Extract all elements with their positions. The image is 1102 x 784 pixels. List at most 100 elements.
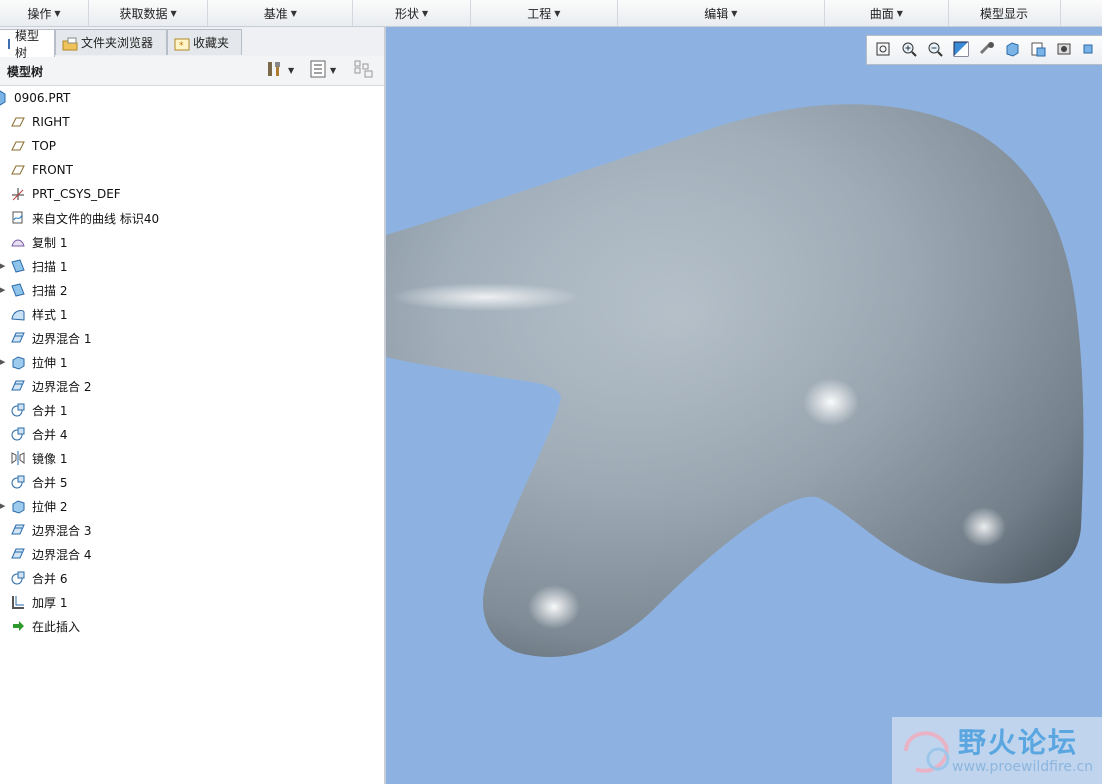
view-toolbar: [866, 35, 1102, 65]
tree-item[interactable]: 镜像 1: [0, 446, 380, 470]
saved-views-button[interactable]: [1028, 40, 1048, 60]
spin-center-button[interactable]: [977, 40, 997, 60]
menu-datum[interactable]: 基准 ▼: [208, 0, 354, 26]
sweep-icon: [10, 282, 26, 298]
sweep-icon: [10, 258, 26, 274]
tree-item[interactable]: 合并 1: [0, 398, 380, 422]
tree-item[interactable]: 边界混合 4: [0, 542, 380, 566]
favorites-icon: *: [174, 37, 190, 51]
tree-item[interactable]: 复制 1: [0, 230, 380, 254]
tree-settings-button[interactable]: ▼: [266, 61, 294, 79]
tree-item-label: 拉伸 2: [32, 499, 68, 514]
tree-item[interactable]: 合并 4: [0, 422, 380, 446]
tree-item-label: 在此插入: [32, 619, 81, 634]
watermark-logo-icon: [904, 731, 950, 773]
navigator-tabs: 模型树 文件夹浏览器 * 收藏夹: [0, 27, 384, 60]
chevron-down-icon: ▼: [330, 65, 337, 75]
model-tree-icon: [7, 38, 11, 50]
boundary-blend-icon: [10, 330, 26, 346]
tree-item-label: 复制 1: [32, 235, 68, 250]
merge-icon: [10, 474, 26, 490]
graphics-window[interactable]: 野火论坛 www.proewildfire.cn: [386, 27, 1102, 784]
saved-views-icon: [1030, 41, 1046, 60]
tree-item-label: 合并 1: [32, 403, 68, 418]
tree-item[interactable]: ▶ 拉伸 2: [0, 494, 380, 518]
boundary-blend-icon: [10, 522, 26, 538]
tree-filter-button[interactable]: [354, 60, 374, 81]
tree-item[interactable]: 在此插入: [0, 614, 380, 638]
tree-item[interactable]: 合并 6: [0, 566, 380, 590]
display-style-icon: [1004, 41, 1020, 60]
expand-arrow-icon[interactable]: ▶: [0, 286, 8, 294]
perspective-button[interactable]: [1080, 40, 1100, 60]
display-style-button[interactable]: [1002, 40, 1022, 60]
menu-engineering[interactable]: 工程 ▼: [471, 0, 618, 26]
tree-header: 模型树 ▼ ▼: [0, 56, 384, 86]
tree-item[interactable]: PRT_CSYS_DEF: [0, 182, 380, 206]
view-manager-button[interactable]: [1054, 40, 1074, 60]
perspective-icon: [1082, 41, 1098, 60]
tab-folder-browser[interactable]: 文件夹浏览器: [55, 29, 167, 55]
tree-item-label: TOP: [32, 139, 57, 153]
view-manager-icon: [1056, 41, 1072, 60]
tree-item-label: 0906.PRT: [14, 91, 71, 105]
tree-item-label: 拉伸 1: [32, 355, 68, 370]
tree-item[interactable]: ▶ 扫描 1: [0, 254, 380, 278]
tree-columns-button[interactable]: ▼: [310, 60, 337, 79]
part-model-render[interactable]: [386, 27, 1102, 784]
tree-item-label: 来自文件的曲线 标识40: [32, 211, 160, 226]
csys-icon: [10, 186, 26, 202]
tree-item[interactable]: FRONT: [0, 158, 380, 182]
merge-icon: [10, 426, 26, 442]
spin-center-icon: [979, 41, 995, 60]
tab-model-tree[interactable]: 模型树: [0, 29, 55, 60]
watermark-title: 野火论坛: [958, 726, 1079, 759]
insert-here-arrow-icon: [10, 618, 26, 634]
tree-item[interactable]: 边界混合 3: [0, 518, 380, 542]
tree-item[interactable]: 合并 5: [0, 470, 380, 494]
tree-item-label: 扫描 1: [32, 259, 68, 274]
style-icon: [10, 306, 26, 322]
tree-item[interactable]: 0906.PRT: [0, 86, 380, 110]
menu-model-display[interactable]: 模型显示: [949, 0, 1061, 26]
tree-item[interactable]: 来自文件的曲线 标识40: [0, 206, 380, 230]
menu-shapes[interactable]: 形状 ▼: [353, 0, 471, 26]
menu-surfaces[interactable]: 曲面 ▼: [825, 0, 949, 26]
tree-item[interactable]: TOP: [0, 134, 380, 158]
tree-item[interactable]: 加厚 1: [0, 590, 380, 614]
tree-item[interactable]: RIGHT: [0, 110, 380, 134]
tree-filter-icon: [354, 60, 374, 81]
tree-item[interactable]: ▶ 拉伸 1: [0, 350, 380, 374]
menu-get-data[interactable]: 获取数据 ▼: [89, 0, 209, 26]
tree-item-label: RIGHT: [32, 115, 70, 129]
tree-item-label: 边界混合 3: [32, 523, 92, 538]
tree-item[interactable]: 边界混合 2: [0, 374, 380, 398]
part-icon: [0, 90, 8, 106]
tab-favorites[interactable]: * 收藏夹: [167, 29, 242, 55]
zoom-out-button[interactable]: [925, 40, 945, 60]
tree-item[interactable]: 样式 1: [0, 302, 380, 326]
chevron-down-icon: ▼: [290, 8, 297, 18]
refit-button[interactable]: [873, 40, 893, 60]
tree-item-label: 边界混合 2: [32, 379, 92, 394]
tree-item[interactable]: ▶ 扫描 2: [0, 278, 380, 302]
zoom-in-button[interactable]: [899, 40, 919, 60]
menu-editing[interactable]: 编辑 ▼: [618, 0, 826, 26]
tree-item-label: FRONT: [32, 163, 73, 177]
repaint-button[interactable]: [951, 40, 971, 60]
datum-plane-icon: [10, 138, 26, 154]
curve-from-file-icon: [10, 210, 26, 226]
ribbon-group-bar: 操作 ▼ 获取数据 ▼ 基准 ▼ 形状 ▼ 工程 ▼ 编辑 ▼ 曲面 ▼ 模型显示: [0, 0, 1102, 27]
chevron-down-icon: ▼: [54, 8, 61, 18]
menu-operations[interactable]: 操作 ▼: [0, 0, 89, 26]
tree-item[interactable]: 边界混合 1: [0, 326, 380, 350]
expand-arrow-icon[interactable]: ▶: [0, 262, 8, 270]
expand-arrow-icon[interactable]: ▶: [0, 502, 8, 510]
datum-plane-icon: [10, 114, 26, 130]
expand-arrow-icon[interactable]: ▶: [0, 358, 8, 366]
tree-item-label: 边界混合 4: [32, 547, 92, 562]
tree-item-label: 样式 1: [32, 307, 68, 322]
menu-overflow[interactable]: [1061, 0, 1102, 26]
watermark-url: www.proewildfire.cn: [952, 759, 1094, 775]
tree-item-label: 合并 4: [32, 427, 68, 442]
